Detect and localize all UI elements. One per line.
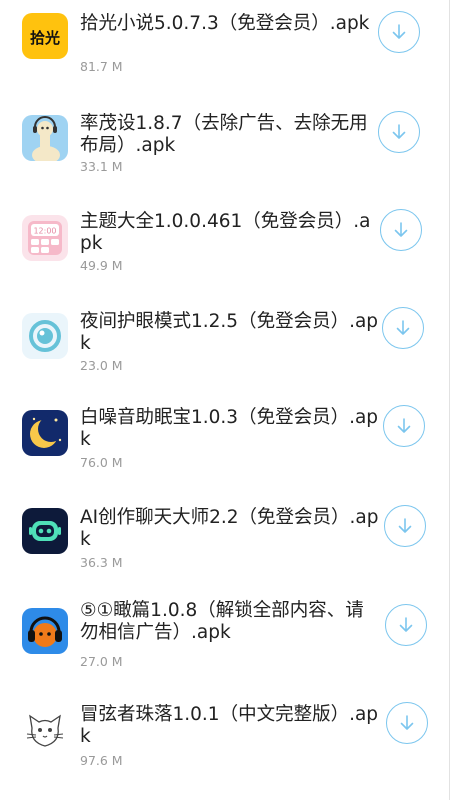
- download-button[interactable]: [386, 702, 428, 744]
- download-button[interactable]: [385, 604, 427, 646]
- list-item[interactable]: 白噪音助眠宝1.0.3（免登会员）.apk 76.0 M: [0, 405, 440, 495]
- download-button[interactable]: [378, 11, 420, 53]
- file-size: 23.0 M: [80, 358, 123, 373]
- shiguang-app-icon: 拾光: [22, 13, 68, 59]
- file-name: AI创作聊天大师2.2（免登会员）.apk: [80, 507, 379, 550]
- file-size: 27.0 M: [80, 654, 123, 669]
- ai-robot-app-icon: [22, 508, 68, 554]
- download-button[interactable]: [383, 405, 425, 447]
- file-size: 97.6 M: [80, 753, 123, 768]
- download-arrow-icon: [398, 518, 412, 533]
- file-size: 36.3 M: [80, 555, 123, 570]
- moon-app-icon: [22, 410, 68, 456]
- file-name: 率茂设1.8.7（去除广告、去除无用布局）.apk: [80, 113, 368, 156]
- file-list: 拾光 拾光小说5.0.7.3（免登会员）.apk 81.7 M 率茂设1.8.7…: [0, 0, 450, 800]
- file-size: 76.0 M: [80, 455, 123, 470]
- download-arrow-icon: [396, 320, 410, 335]
- list-item[interactable]: 夜间护眼模式1.2.5（免登会员）.apk 23.0 M: [0, 305, 440, 395]
- download-arrow-icon: [399, 617, 413, 632]
- app-icon-label: 拾光: [30, 29, 60, 47]
- llama-app-icon: [22, 115, 68, 161]
- file-name: 冒弦者珠落1.0.1（中文完整版）.apk: [80, 704, 379, 747]
- file-size: 33.1 M: [80, 159, 123, 174]
- sketch-cat-app-icon: [22, 708, 68, 754]
- download-button[interactable]: [378, 111, 420, 153]
- list-item[interactable]: 拾光 拾光小说5.0.7.3（免登会员）.apk 81.7 M: [0, 5, 440, 95]
- file-name: 拾光小说5.0.7.3（免登会员）.apk: [80, 13, 370, 34]
- download-arrow-icon: [400, 715, 414, 730]
- list-item[interactable]: ⑤①瞰篇1.0.8（解锁全部内容、请勿相信广告）.apk 27.0 M: [0, 598, 440, 688]
- file-name: 主题大全1.0.0.461（免登会员）.apk: [80, 211, 371, 254]
- download-arrow-icon: [397, 418, 411, 433]
- app-icon-clock-label: 12:00: [33, 227, 56, 236]
- list-item[interactable]: 率茂设1.8.7（去除广告、去除无用布局）.apk 33.1 M: [0, 105, 440, 195]
- file-name: ⑤①瞰篇1.0.8（解锁全部内容、请勿相信广告）.apk: [80, 600, 364, 643]
- list-item[interactable]: 12:00 主题大全1.0.0.461（免登会员）.apk 49.9 M: [0, 205, 440, 295]
- theme-app-icon: 12:00: [22, 215, 68, 261]
- list-item[interactable]: 冒弦者珠落1.0.1（中文完整版）.apk 97.6 M: [0, 700, 440, 790]
- file-size: 81.7 M: [80, 59, 123, 74]
- file-name: 白噪音助眠宝1.0.3（免登会员）.apk: [80, 407, 379, 450]
- download-button[interactable]: [384, 505, 426, 547]
- download-arrow-icon: [392, 124, 406, 139]
- headphone-app-icon: [22, 608, 68, 654]
- file-name: 夜间护眼模式1.2.5（免登会员）.apk: [80, 311, 379, 354]
- download-button[interactable]: [380, 209, 422, 251]
- list-item[interactable]: AI创作聊天大师2.2（免登会员）.apk 36.3 M: [0, 505, 440, 595]
- eye-care-app-icon: [22, 313, 68, 359]
- download-arrow-icon: [392, 24, 406, 39]
- download-arrow-icon: [394, 222, 408, 237]
- download-button[interactable]: [382, 307, 424, 349]
- file-size: 49.9 M: [80, 258, 123, 273]
